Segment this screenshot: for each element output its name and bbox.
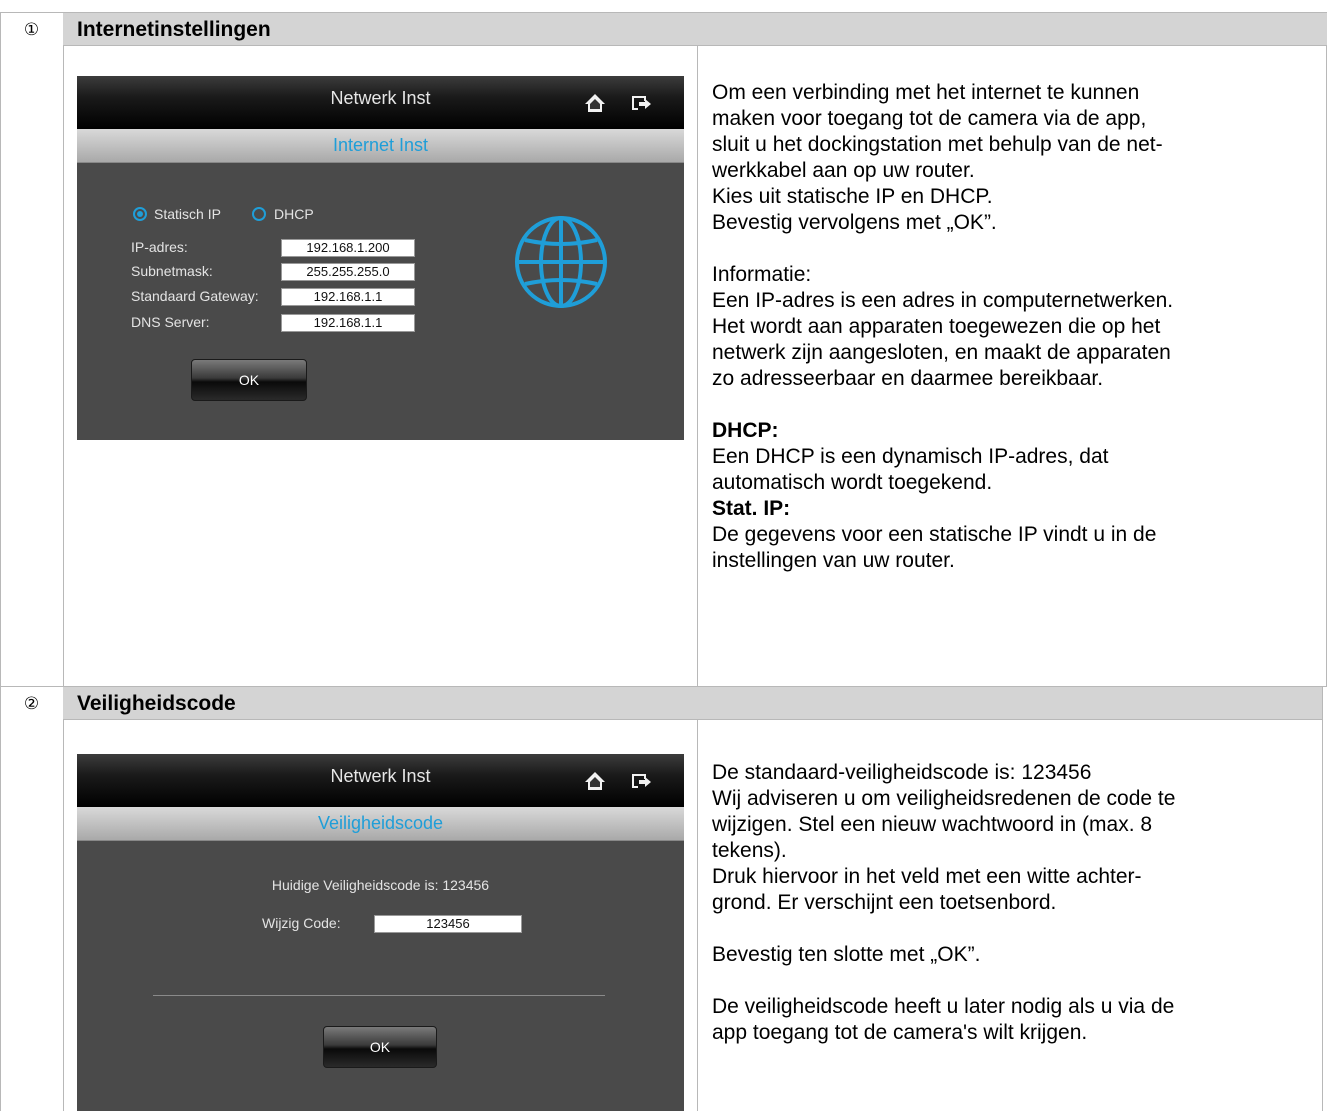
dhcp-label: DHCP xyxy=(274,206,314,222)
dhcp-radio[interactable] xyxy=(252,207,266,221)
screen-sub-bar: Veiligheidscode xyxy=(77,807,684,841)
text-column-border-2 xyxy=(697,719,698,1111)
text-column-border-1 xyxy=(697,45,698,686)
stat-ip-body: De gegevens voor een statische IP vindt … xyxy=(712,523,1157,572)
section2-header-row xyxy=(63,687,1322,720)
exit-icon[interactable] xyxy=(630,92,652,114)
screen-subtitle: Internet Inst xyxy=(332,135,429,155)
divider xyxy=(153,995,605,996)
section1-header-bottom xyxy=(63,45,1327,46)
security-code-screen: Netwerk Inst Veiligheidscode Huidige Vei… xyxy=(77,754,684,1111)
subnet-label: Subnetmask: xyxy=(131,263,213,279)
gateway-label: Standaard Gateway: xyxy=(131,288,259,304)
info-title: Informatie: xyxy=(712,263,812,286)
table-left-border xyxy=(0,12,1,1111)
gateway-field[interactable]: 192.168.1.1 xyxy=(281,288,415,306)
screen-subtitle: Veiligheidscode xyxy=(317,813,444,833)
change-code-field[interactable]: 123456 xyxy=(374,915,522,933)
section2-paragraph-3: De veiligheidscode heeft u later nodig a… xyxy=(712,995,1175,1044)
internet-settings-screen: Netwerk Inst Internet Inst Statisch IP D… xyxy=(77,76,684,440)
section1-number: ① xyxy=(23,20,40,39)
ip-label: IP-adres: xyxy=(131,239,188,255)
section2-heading: Veiligheidscode xyxy=(77,692,236,715)
section2-header-bottom xyxy=(63,719,1322,720)
section2-paragraph-2: Bevestig ten slotte met „OK”. xyxy=(712,943,981,966)
section2-paragraph-1: De standaard-veiligheidscode is: 123456 … xyxy=(712,761,1176,914)
ip-field[interactable]: 192.168.1.200 xyxy=(281,239,415,257)
static-ip-label: Statisch IP xyxy=(154,206,221,222)
dhcp-title: DHCP: xyxy=(712,419,779,442)
table-right-border-2 xyxy=(1322,686,1323,1111)
exit-icon[interactable] xyxy=(630,770,652,792)
stat-ip-title: Stat. IP: xyxy=(712,497,791,520)
info-body: Een IP-adres is een adres in computernet… xyxy=(712,289,1174,390)
section1-text: Om een verbinding met het internet te ku… xyxy=(712,80,1312,574)
dhcp-body: Een DHCP is een dynamisch IP-adres, dat … xyxy=(712,445,1109,494)
change-code-label: Wijzig Code: xyxy=(262,915,341,931)
section1-intro: Om een verbinding met het internet te ku… xyxy=(712,81,1163,234)
number-column-border xyxy=(63,12,64,1111)
section2-text: De standaard-veiligheidscode is: 123456 … xyxy=(712,760,1312,1046)
current-code-text: Huidige Veiligheidscode is: 123456 xyxy=(271,877,490,893)
ok-button[interactable]: OK xyxy=(323,1026,437,1068)
static-ip-radio[interactable] xyxy=(133,207,147,221)
screen-sub-bar: Internet Inst xyxy=(77,129,684,163)
dns-label: DNS Server: xyxy=(131,314,210,330)
subnet-field[interactable]: 255.255.255.0 xyxy=(281,263,415,281)
home-icon[interactable] xyxy=(584,92,606,114)
dns-field[interactable]: 192.168.1.1 xyxy=(281,314,415,332)
section1-heading: Internetinstellingen xyxy=(77,18,271,41)
section2-number: ② xyxy=(23,694,40,713)
screen-top-bar: Netwerk Inst xyxy=(77,754,684,807)
globe-icon xyxy=(515,216,607,308)
ok-button[interactable]: OK xyxy=(191,359,307,401)
home-icon[interactable] xyxy=(584,770,606,792)
screen-top-bar: Netwerk Inst xyxy=(77,76,684,129)
